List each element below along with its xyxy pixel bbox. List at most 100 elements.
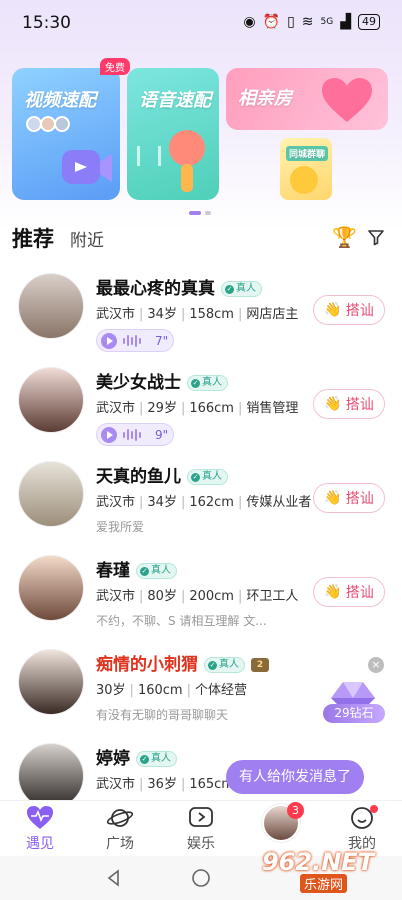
voice-intro[interactable]: 9" (96, 423, 174, 446)
greet-button[interactable]: 👋 搭讪 (313, 389, 385, 419)
eye-icon: ◉ (243, 14, 256, 30)
verified-badge: ✓ 真人 (136, 751, 177, 767)
watermark-logo: 962.NET (262, 848, 375, 876)
user-name-text: 婷婷 (96, 749, 130, 769)
voice-duration: 9" (155, 427, 169, 442)
wave-hand-icon: 👋 (324, 584, 342, 600)
nav-fun[interactable]: 娱乐 (171, 805, 231, 853)
user-height: 166cm (189, 401, 234, 416)
user-city: 武汉市 (96, 401, 136, 416)
user-info: 30岁 | 160cm | 个体经营 (96, 683, 247, 698)
user-age: 34岁 (147, 495, 177, 510)
alarm-icon: ⏰ (262, 14, 281, 30)
trophy-icon[interactable]: 🏆 (332, 225, 357, 249)
user-height: 158cm (189, 307, 234, 322)
user-name-text: 美少女战士 (96, 373, 181, 393)
list-item[interactable]: 天真的鱼儿 ✓ 真人 武汉市 | 34岁 | 162cm | 传媒从业者 爱我所爱 👋 搭讪 (0, 450, 402, 544)
network-label: 5G (320, 17, 334, 27)
verified-badge: ✓ 真人 (204, 657, 245, 673)
verified-label: 真人 (151, 753, 171, 764)
wave-hand-icon: 👋 (324, 396, 342, 412)
verified-label: 真人 (202, 471, 222, 482)
free-tag: 免费 (100, 58, 130, 75)
status-icons: ◉ ⏰ ▯ ≋ 5G ▟ 49 (243, 14, 380, 30)
user-job: 环卫工人 (246, 589, 299, 604)
filter-icon[interactable] (367, 228, 385, 246)
user-name: 春瑾 ✓ 真人 (96, 556, 177, 581)
avatar[interactable] (18, 649, 84, 715)
video-match-title: 视频速配 (24, 90, 96, 111)
user-info: 武汉市 | 34岁 | 162cm | 传媒从业者 (96, 495, 312, 510)
dating-room-title: 相亲房 (238, 88, 292, 109)
vibrate-icon: ▯ (287, 14, 295, 30)
greet-button[interactable]: 👋 搭讪 (313, 483, 385, 513)
diamond-count[interactable]: 29钻石 (323, 704, 385, 723)
home-icon[interactable] (191, 868, 211, 888)
check-icon: ✓ (140, 755, 149, 764)
user-age: 36岁 (147, 777, 177, 792)
tab-recommend[interactable]: 推荐 (12, 223, 54, 253)
heart-icon (322, 78, 372, 122)
avatar[interactable] (18, 555, 84, 621)
emoji-icon (290, 166, 318, 194)
user-info: 武汉市 | 80岁 | 200cm | 环卫工人 (96, 589, 299, 604)
avatar[interactable] (18, 461, 84, 527)
heart-pulse-icon (27, 806, 53, 829)
user-name-text: 最最心疼的真真 (96, 279, 215, 299)
nav-meet[interactable]: 遇见 (10, 805, 70, 853)
user-age: 29岁 (147, 401, 177, 416)
list-item[interactable]: 美少女战士 ✓ 真人 武汉市 | 29岁 | 166cm | 销售管理 9" 👋 搭讪 (0, 356, 402, 450)
user-job: 个体经营 (194, 683, 247, 698)
user-city: 武汉市 (96, 589, 136, 604)
planet-icon (106, 809, 134, 827)
user-name: 痴情的小刺猬 ✓ 真人 2 (96, 650, 269, 675)
voice-match-banner[interactable]: 语音速配 (127, 68, 219, 200)
nav-square[interactable]: 广场 (90, 805, 150, 853)
user-name-text: 痴情的小刺猬 (96, 655, 198, 675)
check-icon: ✓ (191, 379, 200, 388)
avatar[interactable] (18, 273, 84, 339)
avatar[interactable] (18, 367, 84, 433)
user-age: 80岁 (147, 589, 177, 604)
page-dot (205, 211, 211, 215)
greet-label: 搭讪 (345, 303, 374, 319)
user-city: 武汉市 (96, 495, 136, 510)
status-time: 15:30 (22, 13, 71, 33)
banner-pagination (189, 211, 211, 215)
user-job: 传媒从业者 (246, 495, 312, 510)
video-match-banner[interactable]: 视频速配 (12, 68, 120, 200)
dating-room-banner[interactable]: 相亲房 (226, 68, 388, 130)
new-message-toast[interactable]: 有人给你发消息了 (226, 760, 364, 794)
list-item[interactable]: 春瑾 ✓ 真人 武汉市 | 80岁 | 200cm | 环卫工人 不约，不聊、S 请相互理解 文… (0, 544, 402, 638)
check-icon: ✓ (191, 473, 200, 482)
list-item[interactable]: 最最心疼的真真 ✓ 真人 武汉市 | 34岁 | 158cm | 网店店主 7" 👋 搭讪 (0, 262, 402, 356)
city-group-title: 同城群聊 (286, 146, 329, 161)
video-camera-icon (62, 150, 112, 184)
user-bio: 不约，不聊、S 请相互理解 文... (96, 614, 267, 628)
page-dot-active (189, 211, 201, 215)
verified-label: 真人 (219, 659, 239, 670)
check-icon: ✓ (208, 661, 217, 670)
user-height: 162cm (189, 495, 234, 510)
user-info: 武汉市 | 34岁 | 158cm | 网店店主 (96, 307, 299, 322)
user-name: 美少女战士 ✓ 真人 (96, 368, 228, 393)
user-job: 网店店主 (246, 307, 299, 322)
city-group-banner[interactable]: 同城群聊 (280, 138, 332, 200)
user-bio: 有没有无聊的哥哥聊聊天 (96, 708, 229, 722)
user-name: 婷婷 ✓ 真人 (96, 744, 177, 769)
unread-badge: 3 (287, 802, 304, 819)
wifi-icon: ≋ (301, 14, 314, 30)
back-icon[interactable] (104, 868, 124, 888)
tab-nearby[interactable]: 附近 (70, 226, 104, 251)
user-height: 160cm (137, 683, 183, 698)
close-icon[interactable]: × (368, 657, 384, 673)
waveform-icon (123, 334, 141, 347)
nav-mine[interactable]: 我的 (332, 805, 392, 853)
greet-button[interactable]: 👋 搭讪 (313, 577, 385, 607)
verified-label: 真人 (202, 377, 222, 388)
feed-tabs: 推荐 附近 (12, 223, 104, 253)
voice-intro[interactable]: 7" (96, 329, 174, 352)
user-list: 最最心疼的真真 ✓ 真人 武汉市 | 34岁 | 158cm | 网店店主 7" 👋 搭讪 美少女… (0, 262, 402, 826)
sound-wave-decoration (137, 146, 161, 166)
greet-button[interactable]: 👋 搭讪 (313, 295, 385, 325)
